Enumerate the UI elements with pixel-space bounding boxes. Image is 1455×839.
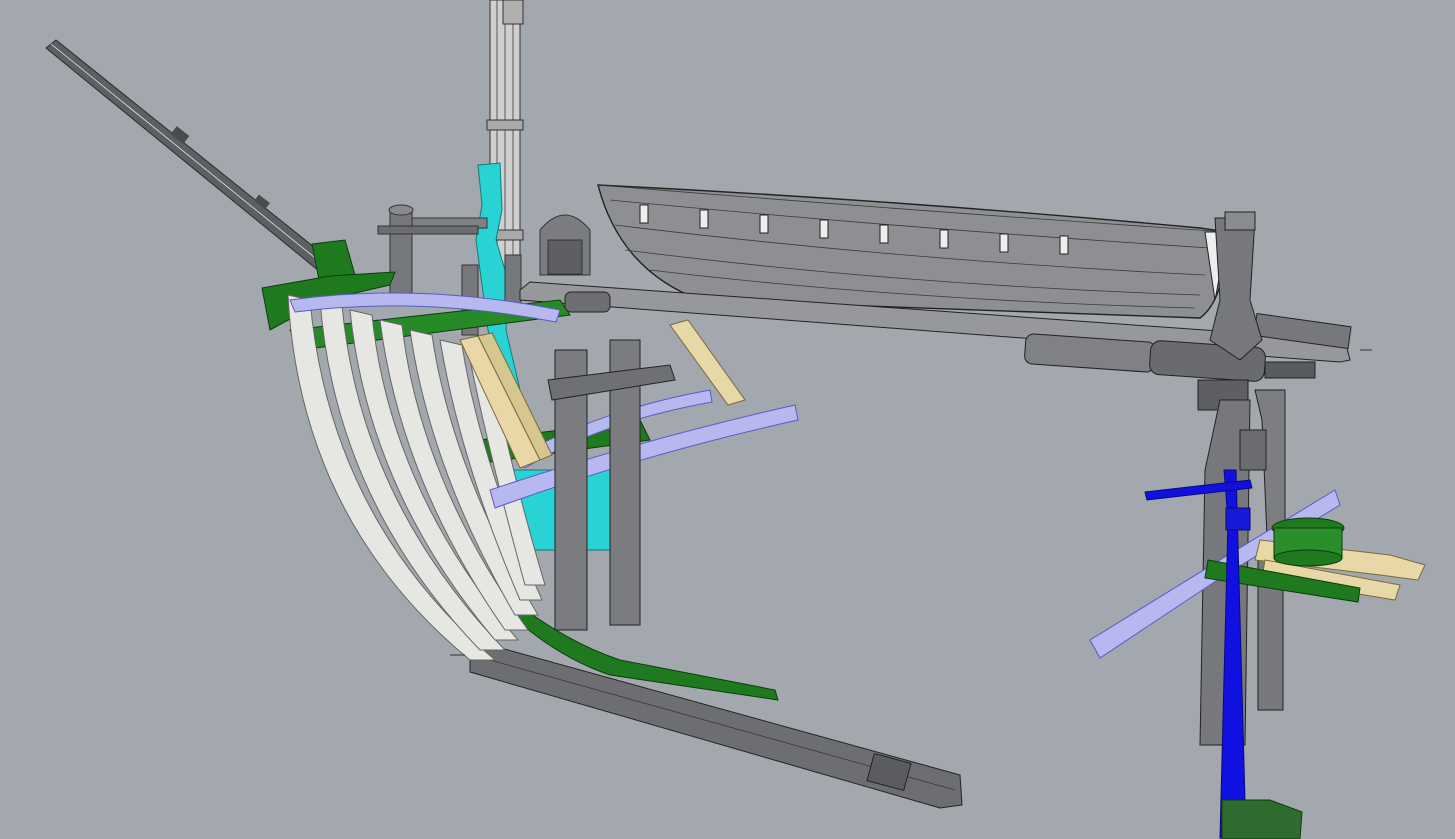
center-posts[interactable]: [547, 339, 676, 631]
blue-post[interactable]: [1144, 469, 1253, 839]
keel[interactable]: [469, 644, 963, 809]
bowsprit[interactable]: [45, 39, 341, 281]
model-scene[interactable]: [0, 0, 1455, 839]
green-box[interactable]: [1221, 799, 1303, 839]
rhino-viewport[interactable]: [0, 0, 1455, 839]
